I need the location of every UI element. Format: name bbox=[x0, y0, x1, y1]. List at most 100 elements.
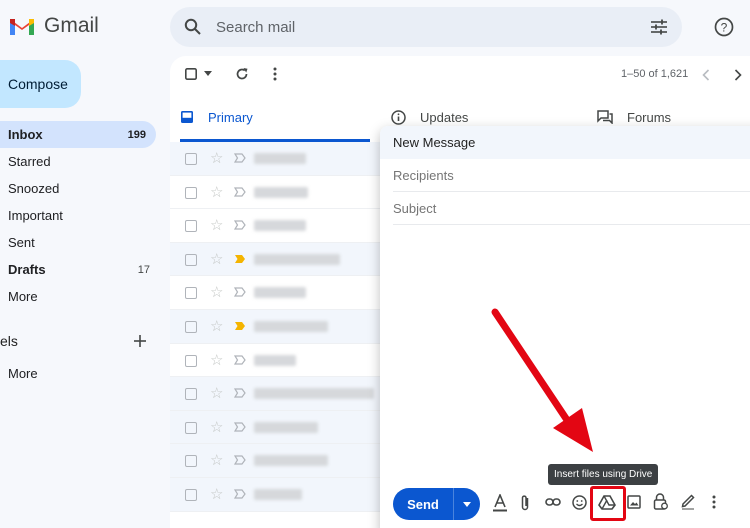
sidebar-item-sent[interactable]: Sent bbox=[0, 229, 160, 256]
row-checkbox[interactable] bbox=[185, 186, 197, 199]
table-row[interactable]: ☆ bbox=[170, 309, 380, 344]
mail-toolbar: 1–50 of 1,621 bbox=[170, 60, 750, 88]
star-icon[interactable]: ☆ bbox=[210, 183, 223, 201]
redacted-sender bbox=[254, 287, 306, 299]
important-marker-icon[interactable] bbox=[234, 254, 246, 264]
inbox-icon bbox=[181, 111, 193, 123]
emoji-icon[interactable] bbox=[572, 495, 587, 510]
insert-photo-icon[interactable] bbox=[627, 495, 641, 509]
search-bar[interactable]: Search mail bbox=[170, 7, 682, 47]
sidebar-item-label: More bbox=[8, 289, 38, 304]
sidebar-item-label: Snoozed bbox=[8, 181, 60, 196]
star-icon[interactable]: ☆ bbox=[210, 384, 223, 402]
recipients-field[interactable]: Recipients bbox=[393, 159, 750, 192]
add-label-icon[interactable] bbox=[133, 334, 147, 348]
table-row[interactable]: ☆ bbox=[170, 176, 380, 210]
drafts-count: 17 bbox=[137, 263, 150, 276]
sidebar-item-inbox[interactable]: Inbox 199 bbox=[0, 121, 156, 148]
row-checkbox[interactable] bbox=[185, 153, 197, 165]
send-group: Send bbox=[393, 488, 480, 520]
sidebar-item-starred[interactable]: Starred bbox=[0, 148, 160, 175]
row-checkbox[interactable] bbox=[185, 287, 197, 300]
star-icon[interactable]: ☆ bbox=[210, 149, 223, 167]
compose-button[interactable]: Compose bbox=[0, 60, 81, 108]
redacted-sender bbox=[254, 421, 318, 433]
gmail-m-icon bbox=[10, 19, 34, 35]
tab-primary[interactable]: Primary bbox=[180, 104, 370, 142]
pagination-text: 1–50 of 1,621 bbox=[621, 68, 689, 80]
row-checkbox[interactable] bbox=[185, 388, 197, 401]
important-marker-icon[interactable] bbox=[234, 287, 246, 297]
sidebar-item-more[interactable]: More bbox=[0, 283, 160, 310]
schedule-send-button[interactable] bbox=[453, 488, 480, 520]
row-checkbox[interactable] bbox=[185, 253, 197, 266]
important-marker-icon[interactable] bbox=[234, 220, 246, 230]
table-row[interactable]: ☆ bbox=[170, 477, 380, 512]
sidebar-item-snoozed[interactable]: Snoozed bbox=[0, 175, 160, 202]
table-row[interactable]: ☆ bbox=[170, 276, 380, 310]
compose-title[interactable]: New Message bbox=[380, 126, 750, 159]
next-page-icon[interactable] bbox=[734, 69, 742, 81]
important-marker-icon[interactable] bbox=[234, 354, 246, 365]
select-dropdown-icon[interactable] bbox=[204, 71, 212, 77]
gmail-logo[interactable]: Gmail bbox=[8, 14, 99, 38]
refresh-icon[interactable] bbox=[235, 67, 249, 81]
search-icon[interactable] bbox=[184, 18, 202, 36]
app-name: Gmail bbox=[44, 14, 99, 37]
star-icon[interactable]: ☆ bbox=[210, 216, 223, 234]
signature-pen-icon[interactable] bbox=[681, 494, 695, 510]
help-icon[interactable]: ? bbox=[714, 17, 734, 37]
table-row[interactable]: ☆ bbox=[170, 242, 380, 277]
important-marker-icon[interactable] bbox=[234, 422, 246, 432]
table-row[interactable]: ☆ bbox=[170, 444, 380, 478]
row-checkbox[interactable] bbox=[185, 421, 197, 434]
table-row[interactable]: ☆ bbox=[170, 142, 380, 176]
forum-icon bbox=[597, 110, 613, 124]
table-row[interactable]: ☆ bbox=[170, 344, 380, 378]
row-checkbox[interactable] bbox=[185, 354, 197, 367]
search-options-icon[interactable] bbox=[650, 19, 668, 35]
important-marker-icon[interactable] bbox=[234, 489, 246, 499]
important-marker-icon[interactable] bbox=[234, 321, 246, 331]
send-button[interactable]: Send bbox=[393, 488, 453, 520]
important-marker-icon[interactable] bbox=[234, 153, 246, 163]
sidebar-item-drafts[interactable]: Drafts 17 bbox=[0, 256, 160, 283]
table-row[interactable]: ☆ bbox=[170, 410, 380, 445]
sidebar-item-important[interactable]: Important bbox=[0, 202, 160, 229]
redacted-sender bbox=[254, 253, 340, 265]
important-marker-icon[interactable] bbox=[234, 455, 246, 465]
star-icon[interactable]: ☆ bbox=[210, 418, 223, 436]
star-icon[interactable]: ☆ bbox=[210, 250, 223, 268]
labels-title: els bbox=[0, 333, 18, 349]
star-icon[interactable]: ☆ bbox=[210, 485, 223, 503]
search-input[interactable]: Search mail bbox=[216, 19, 650, 36]
confidential-mode-icon[interactable] bbox=[653, 493, 668, 510]
row-checkbox[interactable] bbox=[185, 220, 197, 233]
tab-label: Forums bbox=[627, 110, 672, 125]
select-all-checkbox[interactable] bbox=[185, 68, 197, 80]
more-options-icon[interactable] bbox=[273, 67, 277, 81]
star-icon[interactable]: ☆ bbox=[210, 351, 223, 369]
important-marker-icon[interactable] bbox=[234, 388, 246, 398]
sidebar-item-label: Inbox bbox=[8, 127, 43, 142]
labels-more[interactable]: More bbox=[8, 366, 38, 381]
link-icon[interactable] bbox=[545, 497, 561, 507]
table-row[interactable]: ☆ bbox=[170, 377, 380, 411]
drive-highlight-box bbox=[590, 486, 626, 521]
attach-icon[interactable] bbox=[520, 494, 530, 512]
sidebar-item-label: Starred bbox=[8, 154, 51, 169]
row-checkbox[interactable] bbox=[185, 488, 197, 501]
important-marker-icon[interactable] bbox=[234, 186, 246, 197]
star-icon[interactable]: ☆ bbox=[210, 317, 223, 335]
redacted-sender bbox=[254, 320, 328, 332]
star-icon[interactable]: ☆ bbox=[210, 451, 223, 469]
svg-text:?: ? bbox=[721, 21, 728, 35]
table-row[interactable]: ☆ bbox=[170, 209, 380, 243]
prev-page-icon[interactable] bbox=[702, 69, 710, 81]
formatting-options-icon[interactable] bbox=[493, 494, 507, 512]
subject-field[interactable]: Subject bbox=[393, 192, 750, 225]
more-options-icon[interactable] bbox=[712, 495, 716, 509]
row-checkbox[interactable] bbox=[185, 455, 197, 468]
star-icon[interactable]: ☆ bbox=[210, 283, 223, 301]
row-checkbox[interactable] bbox=[185, 320, 197, 333]
